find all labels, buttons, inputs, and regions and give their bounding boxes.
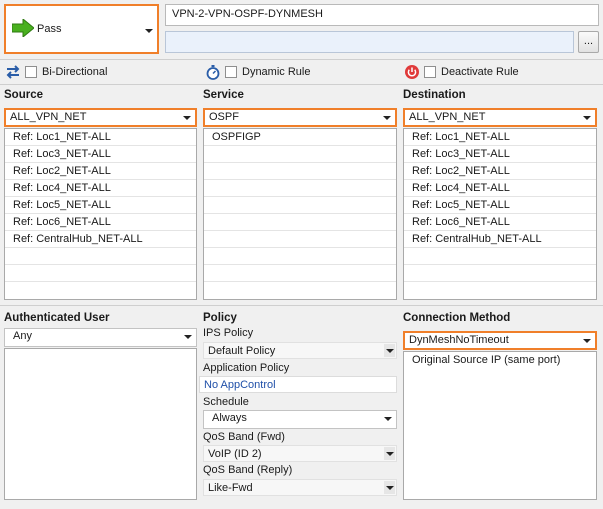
list-item[interactable]: Ref: Loc4_NET-ALL — [5, 180, 196, 197]
list-item[interactable]: Ref: Loc6_NET-ALL — [5, 214, 196, 231]
schedule-select[interactable]: Always — [203, 410, 397, 429]
action-label: Pass — [37, 23, 62, 35]
list-item[interactable]: Ref: Loc3_NET-ALL — [404, 146, 596, 163]
empty-row — [204, 265, 396, 282]
source-select[interactable]: ALL_VPN_NET — [4, 108, 197, 127]
empty-row — [204, 163, 396, 180]
qos-fwd-label: QoS Band (Fwd) — [203, 431, 285, 443]
connection-method-select[interactable]: DynMeshNoTimeout — [403, 331, 597, 350]
connection-method-heading: Connection Method — [403, 312, 511, 324]
qos-fwd-select[interactable]: VoIP (ID 2) — [203, 445, 397, 462]
more-button[interactable]: ... — [578, 31, 599, 53]
list-item[interactable]: Ref: Loc1_NET-ALL — [5, 129, 196, 146]
bidirectional-checkbox[interactable] — [25, 66, 37, 78]
chevron-down-icon — [386, 486, 394, 490]
app-policy-label: Application Policy — [203, 362, 290, 374]
dynamic-rule-label: Dynamic Rule — [242, 66, 311, 78]
bidirectional-label: Bi-Directional — [42, 66, 108, 78]
dynamic-rule-option[interactable]: Dynamic Rule — [205, 64, 310, 80]
deactivate-rule-option[interactable]: Deactivate Rule — [404, 64, 519, 80]
list-item[interactable]: Ref: Loc1_NET-ALL — [404, 129, 596, 146]
empty-row — [204, 146, 396, 163]
auth-user-selected: Any — [13, 330, 32, 342]
destination-selected: ALL_VPN_NET — [409, 111, 486, 123]
bidirectional-option[interactable]: Bi-Directional — [5, 64, 107, 80]
empty-row — [5, 248, 196, 265]
schedule-label: Schedule — [203, 396, 249, 408]
qos-reply-value: Like-Fwd — [208, 482, 253, 494]
stopwatch-icon — [206, 65, 220, 80]
chevron-down-icon — [583, 116, 591, 120]
chevron-down-icon — [386, 349, 394, 353]
app-policy-value[interactable]: No AppControl — [199, 376, 397, 393]
divider — [0, 59, 603, 60]
destination-heading: Destination — [403, 89, 466, 101]
auth-user-list[interactable] — [4, 348, 197, 500]
auth-user-select[interactable]: Any — [4, 328, 197, 347]
destination-select[interactable]: ALL_VPN_NET — [403, 108, 597, 127]
service-selected: OSPF — [209, 111, 239, 123]
qos-reply-select[interactable]: Like-Fwd — [203, 479, 397, 496]
ips-policy-label: IPS Policy — [203, 327, 254, 339]
qos-reply-label: QoS Band (Reply) — [203, 464, 293, 476]
ips-policy-value: Default Policy — [208, 345, 276, 357]
service-list[interactable]: OSPFIGP — [203, 128, 397, 300]
green-arrow-right-icon — [12, 19, 34, 37]
list-item[interactable]: Ref: Loc4_NET-ALL — [404, 180, 596, 197]
chevron-down-icon — [184, 335, 192, 339]
chevron-down-icon — [384, 417, 392, 421]
service-select[interactable]: OSPF — [203, 108, 397, 127]
chevron-down-icon — [145, 29, 153, 33]
empty-row — [204, 248, 396, 265]
list-item[interactable]: Ref: CentralHub_NET-ALL — [404, 231, 596, 248]
rule-name-field[interactable]: VPN-2-VPN-OSPF-DYNMESH — [165, 4, 599, 26]
auth-user-heading: Authenticated User — [4, 312, 110, 324]
chevron-down-icon — [383, 116, 391, 120]
connection-method-list[interactable]: Original Source IP (same port) — [403, 351, 597, 500]
divider — [0, 305, 603, 306]
list-item[interactable]: Original Source IP (same port) — [404, 352, 596, 369]
list-item[interactable]: Ref: Loc2_NET-ALL — [5, 163, 196, 180]
dropdown-button[interactable] — [384, 481, 395, 494]
chevron-down-icon — [386, 452, 394, 456]
source-heading: Source — [4, 89, 43, 101]
rule-comment-field[interactable] — [165, 31, 574, 53]
destination-list[interactable]: Ref: Loc1_NET-ALL Ref: Loc3_NET-ALL Ref:… — [403, 128, 597, 300]
deactivate-rule-label: Deactivate Rule — [441, 66, 519, 78]
power-icon — [405, 65, 419, 79]
bidirectional-arrows-icon — [6, 65, 20, 79]
service-heading: Service — [203, 89, 244, 101]
source-selected: ALL_VPN_NET — [10, 111, 87, 123]
divider — [0, 84, 603, 85]
ips-policy-select[interactable]: Default Policy — [203, 342, 397, 359]
list-item[interactable]: Ref: Loc5_NET-ALL — [5, 197, 196, 214]
action-dropdown[interactable]: Pass — [4, 4, 159, 54]
empty-row — [204, 180, 396, 197]
dropdown-button[interactable] — [384, 344, 395, 357]
list-item[interactable]: OSPFIGP — [204, 129, 396, 146]
policy-heading: Policy — [203, 312, 237, 324]
list-item[interactable]: Ref: Loc3_NET-ALL — [5, 146, 196, 163]
empty-row — [204, 197, 396, 214]
source-list[interactable]: Ref: Loc1_NET-ALL Ref: Loc3_NET-ALL Ref:… — [4, 128, 197, 300]
empty-row — [204, 214, 396, 231]
connection-method-selected: DynMeshNoTimeout — [409, 334, 509, 346]
empty-row — [404, 265, 596, 282]
dropdown-button[interactable] — [384, 447, 395, 460]
qos-fwd-value: VoIP (ID 2) — [208, 448, 262, 460]
dynamic-rule-checkbox[interactable] — [225, 66, 237, 78]
list-item[interactable]: Ref: CentralHub_NET-ALL — [5, 231, 196, 248]
deactivate-rule-checkbox[interactable] — [424, 66, 436, 78]
list-item[interactable]: Ref: Loc2_NET-ALL — [404, 163, 596, 180]
schedule-value: Always — [212, 412, 247, 424]
empty-row — [204, 231, 396, 248]
empty-row — [5, 265, 196, 282]
chevron-down-icon — [183, 116, 191, 120]
list-item[interactable]: Ref: Loc6_NET-ALL — [404, 214, 596, 231]
list-item[interactable]: Ref: Loc5_NET-ALL — [404, 197, 596, 214]
chevron-down-icon — [583, 339, 591, 343]
empty-row — [404, 248, 596, 265]
